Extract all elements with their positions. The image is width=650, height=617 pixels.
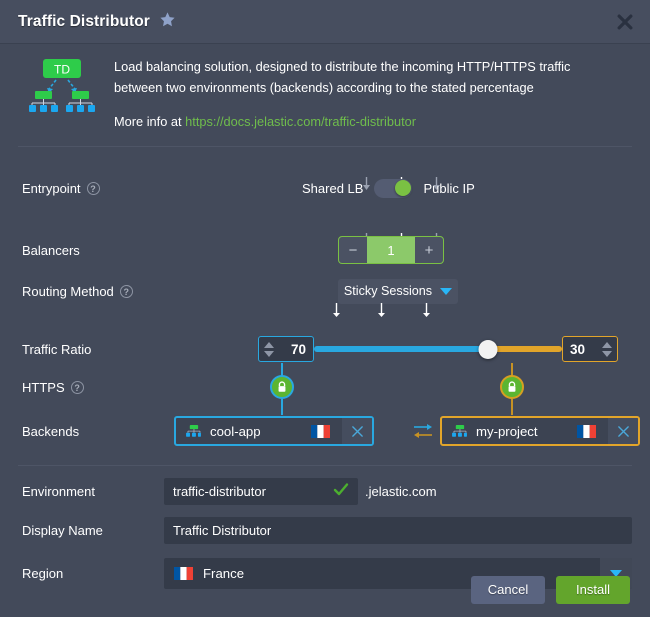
entrypoint-label: Entrypoint ? xyxy=(22,181,100,196)
environment-icon xyxy=(186,424,201,438)
app-icon: TD xyxy=(26,56,98,132)
routing-method-label-text: Routing Method xyxy=(22,283,114,299)
https-lock-right[interactable] xyxy=(500,375,524,399)
connector-line-left-lower xyxy=(281,399,283,415)
flow-arrow-icon xyxy=(423,303,430,317)
intro-text: Load balancing solution, designed to dis… xyxy=(98,56,632,132)
domain-suffix: .jelastic.com xyxy=(365,484,437,499)
routing-method-label: Routing Method ? xyxy=(22,284,133,299)
dialog-footer: Cancel Install xyxy=(0,562,650,617)
intro-block: TD Load balancing solution, designed to … xyxy=(0,44,650,132)
traffic-ratio-right-spinner: 30 xyxy=(562,336,618,362)
toggle-knob xyxy=(394,180,411,196)
entrypoint-row: Entrypoint ? Shared LB Public IP xyxy=(22,173,632,203)
france-flag-icon xyxy=(311,424,330,438)
display-name-label: Display Name xyxy=(22,523,103,538)
https-label: HTTPS ? xyxy=(22,380,84,395)
cancel-button[interactable]: Cancel xyxy=(471,575,545,604)
lock-icon xyxy=(278,381,286,392)
help-icon[interactable]: ? xyxy=(86,181,100,195)
environment-icon xyxy=(452,424,467,438)
close-icon xyxy=(351,425,363,437)
https-label-text: HTTPS xyxy=(22,379,65,395)
star-icon[interactable] xyxy=(159,11,176,32)
display-name-input[interactable] xyxy=(164,517,632,544)
balancers-row: Balancers − 1 + xyxy=(22,236,632,264)
https-lock-left[interactable] xyxy=(270,375,294,399)
entrypoint-toggle[interactable] xyxy=(374,178,413,198)
close-icon[interactable] xyxy=(614,11,636,33)
page-title: Traffic Distributor xyxy=(18,12,150,30)
swap-backends-button[interactable] xyxy=(412,420,434,442)
traffic-distributor-dialog: Traffic Distributor TD Load balancing so… xyxy=(0,0,650,617)
entrypoint-label-text: Entrypoint xyxy=(22,180,81,196)
backend-left[interactable]: cool-app xyxy=(174,416,374,446)
routing-method-value: Sticky Sessions xyxy=(343,284,433,298)
spinner-arrows[interactable] xyxy=(259,337,279,361)
connector-line-right-lower xyxy=(511,399,513,415)
environment-label: Environment xyxy=(22,484,95,499)
install-button[interactable]: Install xyxy=(556,575,630,604)
france-flag-icon xyxy=(577,424,596,438)
close-icon xyxy=(617,425,629,437)
routing-method-row: Routing Method ? Sticky Sessions xyxy=(22,278,632,304)
traffic-ratio-row: Traffic Ratio 70 30 xyxy=(22,334,632,387)
entrypoint-option-public-ip[interactable]: Public IP xyxy=(423,181,474,196)
backends-label: Backends xyxy=(22,423,80,439)
balancers-decrement-button[interactable]: − xyxy=(339,237,367,263)
config-form: Entrypoint ? Shared LB Public IP Balance… xyxy=(0,173,650,447)
environment-name-input[interactable] xyxy=(164,478,358,505)
balancers-value[interactable]: 1 xyxy=(367,237,415,263)
flow-arrow-icon xyxy=(333,303,340,317)
flow-arrow-icon xyxy=(378,303,385,317)
traffic-ratio-label: Traffic Ratio xyxy=(22,341,92,357)
spinner-arrows[interactable] xyxy=(597,337,617,361)
backend-right-remove-button[interactable] xyxy=(608,418,638,444)
help-icon[interactable]: ? xyxy=(119,284,133,298)
more-info-prefix: More info at xyxy=(114,114,182,129)
lock-icon xyxy=(508,381,516,392)
routing-method-select[interactable]: Sticky Sessions xyxy=(338,278,458,304)
more-info-line: More info at https://docs.jelastic.com/t… xyxy=(114,111,632,132)
help-icon[interactable]: ? xyxy=(70,380,84,394)
traffic-ratio-left-spinner: 70 xyxy=(258,336,314,362)
arrow-down-icon[interactable] xyxy=(602,350,612,357)
backend-right[interactable]: my-project xyxy=(440,416,640,446)
balancers-label: Balancers xyxy=(22,242,80,258)
environment-input-wrap xyxy=(164,478,358,505)
svg-text:TD: TD xyxy=(54,63,70,77)
display-name-row: Display Name xyxy=(22,517,632,544)
backend-left-remove-button[interactable] xyxy=(342,418,372,444)
backend-left-name: cool-app xyxy=(210,423,261,439)
arrow-down-icon[interactable] xyxy=(264,350,274,357)
flow-arrows-ratio xyxy=(332,303,431,317)
entrypoint-control: Shared LB Public IP xyxy=(302,178,475,198)
environment-row: Environment .jelastic.com xyxy=(22,478,632,505)
traffic-ratio-left-value[interactable]: 70 xyxy=(279,337,313,361)
https-row: HTTPS ? xyxy=(22,373,632,415)
balancers-stepper: − 1 + xyxy=(338,236,444,264)
chevron-down-icon xyxy=(440,287,453,295)
dialog-header: Traffic Distributor xyxy=(0,0,650,44)
app-description: Load balancing solution, designed to dis… xyxy=(114,59,571,95)
slider-handle[interactable] xyxy=(478,339,498,359)
section-divider-top xyxy=(18,146,632,147)
arrow-up-icon[interactable] xyxy=(602,341,612,348)
backend-right-name: my-project xyxy=(476,423,538,439)
balancers-increment-button[interactable]: + xyxy=(415,237,443,263)
backends-row: Backends cool-app my-project xyxy=(22,415,640,447)
section-divider-bottom xyxy=(18,465,632,466)
slider-track-left xyxy=(314,346,488,352)
traffic-ratio-control: 70 30 xyxy=(258,334,618,364)
entrypoint-option-shared-lb[interactable]: Shared LB xyxy=(302,181,363,196)
arrow-up-icon[interactable] xyxy=(264,341,274,348)
documentation-link[interactable]: https://docs.jelastic.com/traffic-distri… xyxy=(185,114,416,129)
traffic-ratio-slider[interactable] xyxy=(314,334,562,364)
traffic-ratio-right-value[interactable]: 30 xyxy=(563,337,597,361)
slider-track-right xyxy=(487,346,562,352)
